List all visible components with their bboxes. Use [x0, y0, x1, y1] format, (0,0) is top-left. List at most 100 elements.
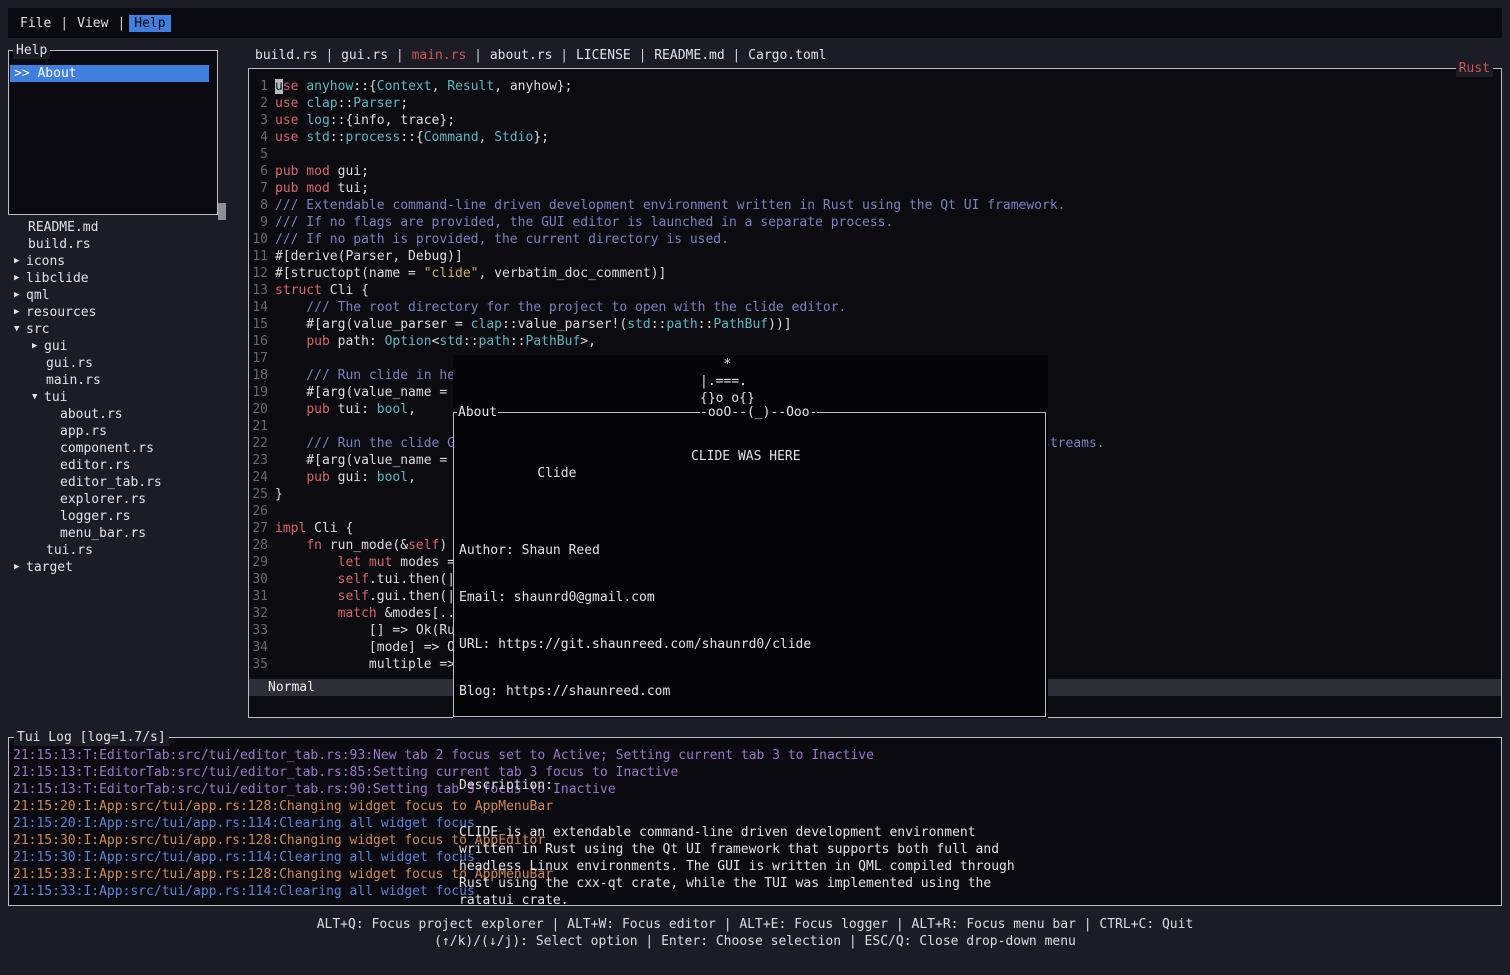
- code-line: 13struct Cli {: [249, 282, 1501, 299]
- tab-separator: |: [466, 47, 489, 65]
- code-text: use anyhow::{Context, Result, anyhow};: [275, 78, 572, 95]
- code-line: 8/// Extendable command-line driven deve…: [249, 197, 1501, 214]
- tree-item-libclide[interactable]: ▶libclide: [8, 270, 238, 287]
- code-line: 10 /// If no path is provided, the curren…: [249, 231, 1501, 248]
- tab-main-rs[interactable]: main.rs: [412, 47, 467, 65]
- code-line: 1use anyhow::{Context, Result, anyhow};: [249, 78, 1501, 95]
- about-blog: Blog: https://shaunreed.com: [459, 683, 1040, 700]
- tab-build-rs[interactable]: build.rs: [255, 47, 318, 65]
- tree-item-readme-md[interactable]: README.md: [8, 219, 238, 236]
- code-text: use log::{info, trace};: [275, 112, 455, 129]
- tree-item-logger-rs[interactable]: logger.rs: [8, 508, 238, 525]
- tree-item-target[interactable]: ▶target: [8, 559, 238, 576]
- line-number: 10: [249, 231, 268, 248]
- code-text: pub mod tui;: [275, 180, 369, 197]
- chevron-down-icon: ▼: [14, 321, 26, 338]
- menu-item-view[interactable]: View: [72, 15, 113, 32]
- line-number: 32: [249, 605, 268, 622]
- code-text: match &modes[..] {: [275, 605, 479, 622]
- tree-item-qml[interactable]: ▶qml: [8, 287, 238, 304]
- tab-gui-rs[interactable]: gui.rs: [341, 47, 388, 65]
- tree-item-label: editor.rs: [60, 457, 130, 474]
- chevron-right-icon: ▶: [14, 304, 26, 321]
- about-dialog-box: About -ooO--(_)--Ooo- Clide CLIDE WAS HE…: [453, 412, 1046, 717]
- line-number: 30: [249, 571, 268, 588]
- tree-item-component-rs[interactable]: component.rs: [8, 440, 238, 457]
- about-description-line: ratatui crate.: [459, 892, 1040, 909]
- chevron-right-icon: ▶: [14, 287, 26, 304]
- line-number: 2: [249, 95, 268, 112]
- code-text: #[structopt(name = "clide", verbatim_doc…: [275, 265, 666, 282]
- tab-about-rs[interactable]: about.rs: [490, 47, 553, 65]
- about-tagline: CLIDE WAS HERE: [691, 448, 801, 465]
- about-app-name: Clide: [537, 466, 576, 481]
- line-number: 9: [249, 214, 268, 231]
- line-number: 3: [249, 112, 268, 129]
- explorer-scrollbar-thumb[interactable]: [218, 203, 226, 220]
- tree-item-about-rs[interactable]: about.rs: [8, 406, 238, 423]
- tree-item-menu_bar-rs[interactable]: menu_bar.rs: [8, 525, 238, 542]
- tree-item-build-rs[interactable]: build.rs: [8, 236, 238, 253]
- line-number: 6: [249, 163, 268, 180]
- line-number: 23: [249, 452, 268, 469]
- menu-item-help[interactable]: Help: [129, 15, 170, 32]
- tree-item-gui[interactable]: ▶gui: [8, 338, 238, 355]
- menu-item-file[interactable]: File: [15, 15, 56, 32]
- editor-panel[interactable]: Rust 1use anyhow::{Context, Result, anyh…: [248, 68, 1502, 718]
- line-number: 33: [249, 622, 268, 639]
- code-text: /// If no path is provided, the current …: [275, 231, 729, 248]
- code-line: 5: [249, 146, 1501, 163]
- line-number: 25: [249, 486, 268, 503]
- about-ascii-art: *|.===.{}o o{}: [700, 356, 755, 407]
- about-description-line: written in Rust using the Qt UI framewor…: [459, 841, 1040, 858]
- tree-item-resources[interactable]: ▶resources: [8, 304, 238, 321]
- code-text: /// If no flags are provided, the GUI ed…: [275, 214, 893, 231]
- tree-item-label: gui.rs: [46, 355, 93, 372]
- tree-item-app-rs[interactable]: app.rs: [8, 423, 238, 440]
- menu-separator: |: [117, 16, 125, 31]
- line-number: 4: [249, 129, 268, 146]
- about-author: Author: Shaun Reed: [459, 542, 1040, 559]
- tree-item-tui-rs[interactable]: tui.rs: [8, 542, 238, 559]
- tree-item-editor_tab-rs[interactable]: editor_tab.rs: [8, 474, 238, 491]
- tab-license[interactable]: LICENSE: [576, 47, 631, 65]
- code-text: pub mod gui;: [275, 163, 369, 180]
- tree-item-label: build.rs: [28, 236, 91, 253]
- code-text: pub path: Option<std::path::PathBuf>,: [275, 333, 596, 350]
- code-line: 15 #[arg(value_parser = clap::value_pars…: [249, 316, 1501, 333]
- tab-cargo-toml[interactable]: Cargo.toml: [748, 47, 826, 65]
- code-text: pub gui: bool,: [275, 469, 416, 486]
- about-name-row: Clide CLIDE WAS HERE: [459, 448, 1040, 465]
- line-number: 28: [249, 537, 268, 554]
- tree-item-explorer-rs[interactable]: explorer.rs: [8, 491, 238, 508]
- tree-item-src[interactable]: ▼src: [8, 321, 238, 338]
- tab-readme-md[interactable]: README.md: [654, 47, 724, 65]
- code-line: 4use std::process::{Command, Stdio};: [249, 129, 1501, 146]
- tree-item-label: src: [26, 321, 49, 338]
- log-panel-title: Tui Log [log=1.7/s]: [14, 729, 169, 746]
- line-number: 11: [249, 248, 268, 265]
- about-description-line: headless Linux environments. The GUI is …: [459, 858, 1040, 875]
- about-url: URL: https://git.shaunreed.com/shaunrd0/…: [459, 636, 1040, 653]
- line-number: 34: [249, 639, 268, 656]
- tree-item-editor-rs[interactable]: editor.rs: [8, 457, 238, 474]
- tree-item-icons[interactable]: ▶icons: [8, 253, 238, 270]
- code-line: 11#[derive(Parser, Debug)]: [249, 248, 1501, 265]
- help-panel: Help >> About: [8, 50, 218, 215]
- code-line: 12 #[structopt(name = "clide", verbatim_d…: [249, 265, 1501, 282]
- line-number: 14: [249, 299, 268, 316]
- help-menu-item[interactable]: >> About: [10, 65, 209, 82]
- line-number: 20: [249, 401, 268, 418]
- tree-item-label: component.rs: [60, 440, 154, 457]
- line-number: 8: [249, 197, 268, 214]
- chevron-right-icon: ▶: [14, 559, 26, 576]
- tree-item-tui[interactable]: ▼tui: [8, 389, 238, 406]
- tree-item-label: target: [26, 559, 73, 576]
- tree-item-gui-rs[interactable]: gui.rs: [8, 355, 238, 372]
- line-number: 17: [249, 350, 268, 367]
- line-number: 12: [249, 265, 268, 282]
- menu-separator: |: [60, 16, 68, 31]
- code-line: 3 use log::{info, trace};: [249, 112, 1501, 129]
- ascii-art-line: |.===.: [700, 373, 755, 390]
- tree-item-main-rs[interactable]: main.rs: [8, 372, 238, 389]
